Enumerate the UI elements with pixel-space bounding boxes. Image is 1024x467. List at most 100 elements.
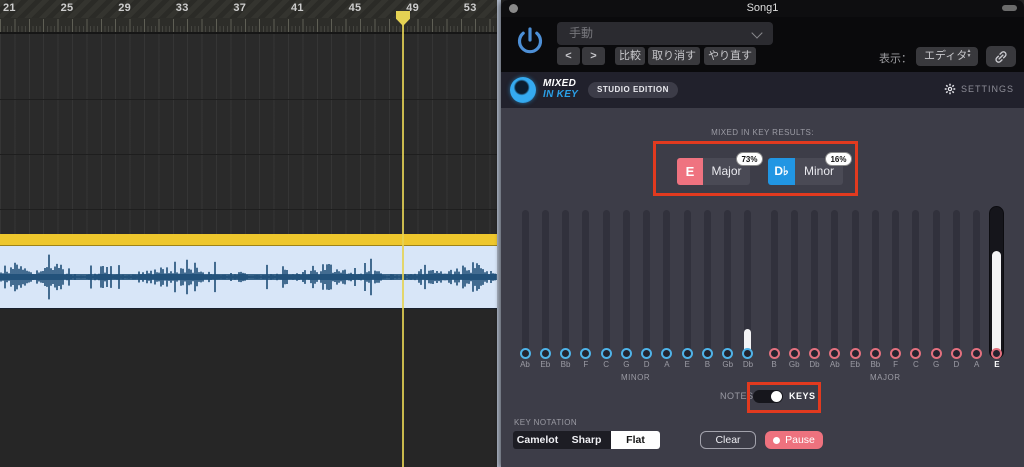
key-label-c-major: C [912,360,919,369]
key-slider-e-minor[interactable] [683,210,691,355]
notation-option-sharp[interactable]: Sharp [562,431,611,449]
record-dot-icon [773,436,781,444]
key-slider-bb-major[interactable] [871,210,879,355]
key-slider-a-major[interactable] [973,210,981,355]
ruler-bar-number: 25 [60,2,74,14]
undo-button[interactable]: 取り消す [648,47,700,65]
window-resize-capsule-icon[interactable] [1002,5,1017,11]
keys-label: KEYS [789,391,816,401]
key-notation-label: KEY NOTATION [514,418,578,427]
view-mode-value: エディタ [924,50,968,62]
key-label-gb-major: Gb [788,360,800,369]
major-group-label: MAJOR [870,373,901,382]
key-slider-g-major[interactable] [932,210,940,355]
key-label-b-minor: B [704,360,711,369]
slider-fill [992,251,1002,356]
key-slider-f-minor[interactable] [582,210,590,355]
key-slider-bb-minor[interactable] [562,210,570,355]
key-label-d-major: D [953,360,960,369]
key-label-e-minor: E [684,360,690,369]
key-slider-eb-major[interactable] [851,210,859,355]
slider-minor-dot-icon [641,348,653,359]
key-slider-db-major[interactable] [811,210,819,355]
secondary-result-key-badge: D♭ [768,158,795,185]
ruler-bar-number: 29 [118,2,132,14]
edition-badge: STUDIO EDITION [588,82,678,98]
audio-region-header[interactable] [0,234,497,246]
slider-major-dot-icon [788,348,800,359]
key-slider-ab-major[interactable] [831,210,839,355]
pause-button[interactable]: Pause [765,431,823,449]
notes-keys-toggle[interactable] [753,390,783,403]
key-sliders-panel: MINOR MAJOR Ab Eb Bb F C G D A E B Gb Db B Gb Db Ab Eb Bb… [501,207,1024,387]
notation-option-flat[interactable]: Flat [611,431,660,449]
key-label-ab-major: Ab [829,360,840,369]
primary-confidence-badge: 73% [736,152,763,166]
waveform [0,254,497,300]
slider-major-dot-icon [768,348,780,359]
lane-divider [0,154,497,155]
playhead-line [402,24,404,467]
settings-label: SETTINGS [960,84,1014,94]
close-icon[interactable] [509,4,518,13]
ruler-bar-number: 37 [233,2,247,14]
key-label-f-major: F [893,360,899,369]
key-slider-c-major[interactable] [912,210,920,355]
key-slider-d-minor[interactable] [643,210,651,355]
key-slider-b-minor[interactable] [703,210,711,355]
key-label-gb-minor: Gb [722,360,734,369]
preset-dropdown-value: 手動 [569,26,594,40]
key-slider-d-major[interactable] [952,210,960,355]
key-label-ab-minor: Ab [520,360,530,369]
ruler-bar-number: 53 [463,2,477,14]
compare-button[interactable]: 比較 [615,47,645,65]
host-plugin-toolbar: 手動 < > 比較 取り消す やり直す 表示： エディタ ▲ ▼ [501,17,1024,72]
key-label-eb-minor: Eb [540,360,551,369]
key-slider-eb-minor[interactable] [541,210,549,355]
ruler-bar-number: 41 [291,2,304,14]
previous-preset-button[interactable]: < [557,47,580,65]
timeline-ruler[interactable]: 21 25 29 33 37 41 45 49 53 [0,0,497,18]
settings-button[interactable]: SETTINGS [944,83,1014,95]
view-label: 表示： [879,53,912,65]
key-slider-a-minor[interactable] [663,210,671,355]
slider-minor-dot-icon [722,348,734,359]
audio-region-waveform[interactable] [0,246,497,309]
slider-major-dot-icon [971,348,983,359]
secondary-confidence-badge: 16% [825,152,852,166]
power-icon [517,27,543,54]
key-slider-f-major[interactable] [892,210,900,355]
slider-major-dot-icon [930,348,942,359]
key-slider-ab-minor[interactable] [521,210,529,355]
chevron-down-icon [751,27,763,39]
timeline-tick-strip[interactable] [0,18,497,34]
slider-major-dot-icon [890,348,902,359]
key-slider-g-minor[interactable] [622,210,630,355]
slider-major-dot-icon [910,348,922,359]
redo-button[interactable]: やり直す [704,47,756,65]
clear-button[interactable]: Clear [700,431,756,449]
key-slider-b-major[interactable] [770,210,778,355]
next-preset-button[interactable]: > [582,47,605,65]
window-title: Song1 [746,2,779,14]
key-slider-e-major[interactable] [990,207,1004,358]
track-lane-area[interactable] [0,34,497,234]
notation-option-camelot[interactable]: Camelot [513,431,562,449]
view-mode-dropdown[interactable]: エディタ ▲ ▼ [916,47,978,66]
lane-divider [0,99,497,100]
key-slider-gb-minor[interactable] [724,210,732,355]
minor-group-label: MINOR [621,373,651,382]
link-button[interactable] [986,46,1016,67]
slider-minor-dot-icon [580,348,592,359]
key-slider-db-minor[interactable] [744,210,752,355]
bypass-power-button[interactable] [512,24,548,60]
plugin-titlebar: Song1 [501,0,1024,17]
mixed-in-key-header: MIXED IN KEY STUDIO EDITION SETTINGS [501,72,1024,108]
key-label-f-minor: F [583,360,589,369]
key-slider-c-minor[interactable] [602,210,610,355]
slider-major-dot-icon [829,348,841,359]
key-slider-gb-major[interactable] [790,210,798,355]
pause-label: Pause [785,434,815,446]
preset-dropdown[interactable]: 手動 [557,22,773,45]
slider-minor-dot-icon [701,348,713,359]
